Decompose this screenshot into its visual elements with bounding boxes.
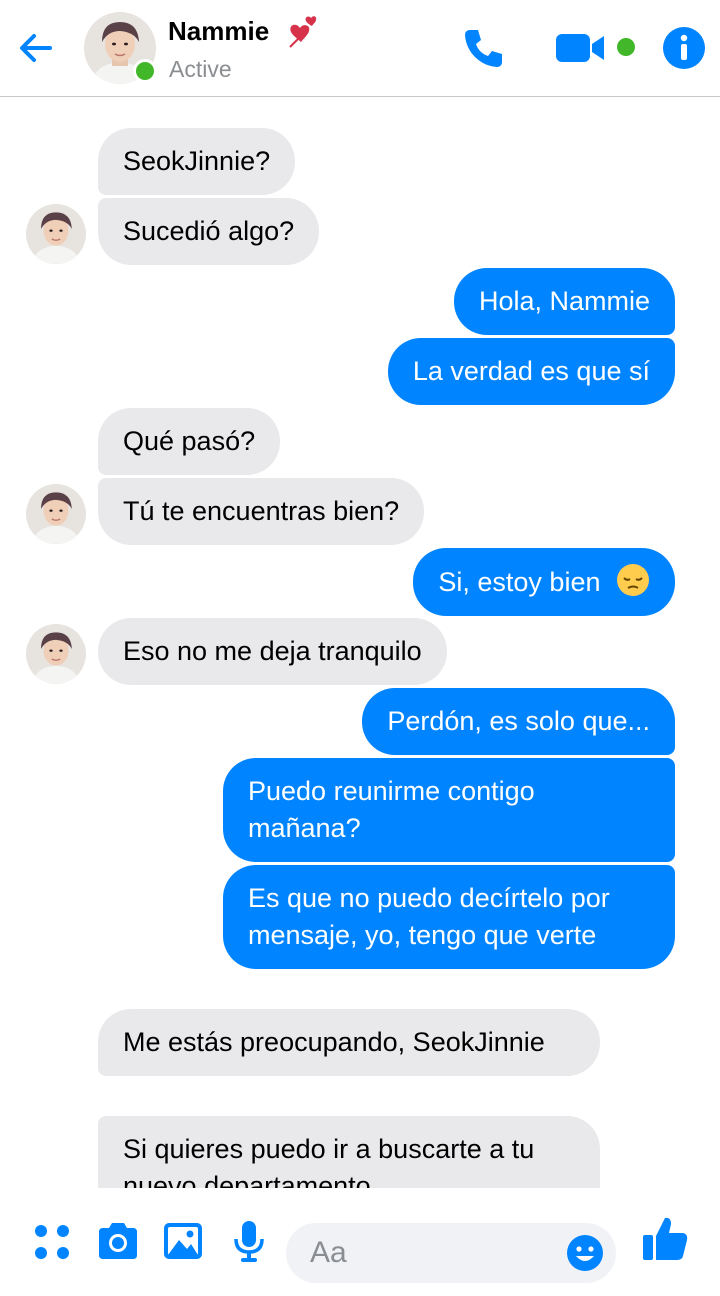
conversation-header: Nammie Active: [0, 0, 720, 97]
outgoing-message[interactable]: Hola, Nammie: [453, 268, 675, 335]
image-icon[interactable]: [160, 1218, 206, 1264]
contact-name[interactable]: Nammie: [168, 16, 269, 47]
contact-message-avatar: [26, 484, 86, 544]
contact-status: Active: [169, 56, 232, 82]
back-arrow-icon[interactable]: [14, 26, 58, 70]
emoji-icon[interactable]: [566, 1234, 604, 1272]
incoming-message[interactable]: Sucedió algo?: [98, 198, 320, 265]
outgoing-message-text: Si, estoy bien: [438, 567, 601, 597]
message-input[interactable]: Aa: [286, 1223, 616, 1283]
two-hearts-icon: [289, 16, 317, 48]
message-thread[interactable]: SeokJinnie? Sucedió algo? Hola, Nammie L…: [0, 98, 720, 1188]
outgoing-message[interactable]: Puedo reunirme contigo mañana?: [223, 758, 675, 862]
incoming-message[interactable]: Me estás preocupando, SeokJinnie: [98, 1009, 600, 1076]
contact-message-avatar: [26, 624, 86, 684]
contact-message-avatar: [26, 204, 86, 264]
message-composer: Aa: [0, 1188, 720, 1296]
video-active-dot: [617, 38, 635, 56]
active-status-dot: [133, 59, 157, 83]
outgoing-message[interactable]: Es que no puedo decírtelo por mensaje, y…: [223, 865, 675, 969]
outgoing-message[interactable]: Si, estoy bien: [413, 548, 675, 616]
outgoing-message[interactable]: La verdad es que sí: [387, 338, 675, 405]
menu-dots-icon[interactable]: [30, 1218, 76, 1264]
pensive-face-icon: [617, 564, 649, 596]
thumbs-up-icon[interactable]: [640, 1214, 690, 1264]
phone-call-icon[interactable]: [460, 24, 508, 72]
incoming-message[interactable]: Eso no me deja tranquilo: [98, 618, 447, 685]
message-input-placeholder: Aa: [310, 1236, 347, 1269]
info-icon[interactable]: [662, 26, 706, 70]
camera-icon[interactable]: [95, 1218, 141, 1264]
microphone-icon[interactable]: [226, 1218, 272, 1264]
incoming-message[interactable]: Tú te encuentras bien?: [98, 478, 425, 545]
outgoing-message[interactable]: Perdón, es solo que...: [362, 688, 675, 755]
incoming-message[interactable]: Qué pasó?: [98, 408, 281, 475]
incoming-message[interactable]: SeokJinnie?: [98, 128, 296, 195]
incoming-message[interactable]: Si quieres puedo ir a buscarte a tu nuev…: [98, 1116, 600, 1188]
video-call-icon[interactable]: [554, 28, 610, 68]
